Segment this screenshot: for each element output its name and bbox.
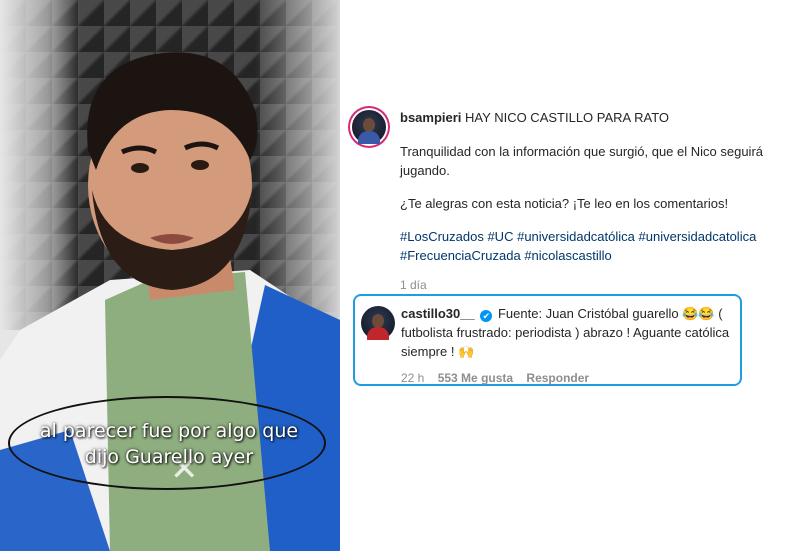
comment-timestamp[interactable]: 22 h: [401, 371, 424, 385]
post-paragraph-2: ¿Te alegras con esta noticia? ¡Te leo en…: [400, 196, 729, 211]
hashtag-list: #LosCruzados #UC #universidadcatólica #u…: [400, 227, 792, 265]
reply-button[interactable]: Responder: [526, 371, 589, 385]
caption-highlight-ellipse: [8, 396, 326, 490]
highlighted-comment: castillo30__ ✔ Fuente: Juan Cristóbal gu…: [353, 294, 742, 386]
post-paragraph-1: Tranquilidad con la información que surg…: [400, 144, 764, 178]
author-avatar[interactable]: [352, 110, 386, 144]
verified-badge-icon: ✔: [480, 310, 493, 322]
hashtag-link[interactable]: #FrecuenciaCruzada: [400, 248, 521, 263]
video-frame[interactable]: ✕ al parecer fue por algo que dijo Guare…: [0, 0, 340, 551]
author-username[interactable]: bsampieri: [400, 110, 461, 125]
comment-likes[interactable]: 553 Me gusta: [438, 371, 513, 385]
commenter-avatar[interactable]: [361, 306, 395, 340]
hashtag-link[interactable]: #LosCruzados: [400, 229, 484, 244]
post-headline: HAY NICO CASTILLO PARA RATO: [465, 110, 670, 125]
hashtag-link[interactable]: #nicolascastillo: [524, 248, 611, 263]
hashtag-link[interactable]: #universidadcatólica: [517, 229, 635, 244]
post-panel: bsampieri HAY NICO CASTILLO PARA RATO Tr…: [340, 0, 800, 551]
hashtag-link[interactable]: #universidadcatolica: [639, 229, 757, 244]
hashtag-link[interactable]: #UC: [487, 229, 513, 244]
post-caption: bsampieri HAY NICO CASTILLO PARA RATO Tr…: [352, 108, 792, 295]
comment-meta: 22 h 553 Me gusta Responder: [401, 369, 731, 388]
commenter-username[interactable]: castillo30__: [401, 306, 475, 321]
post-timestamp[interactable]: 1 día: [400, 275, 792, 295]
